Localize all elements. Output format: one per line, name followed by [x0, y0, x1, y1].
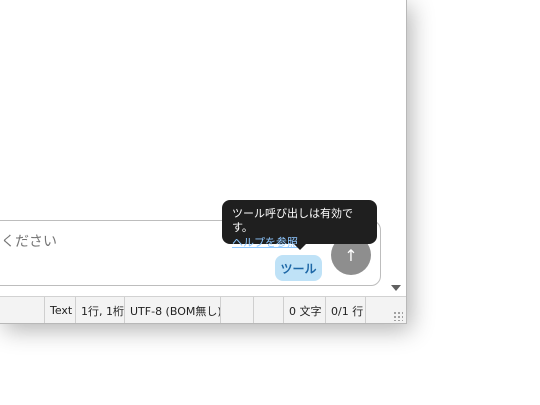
status-empty-segment	[220, 297, 253, 323]
status-bar: Text 1行, 1桁 UTF-8 (BOM無し) 0 文字 0/1 行	[0, 296, 406, 323]
status-language[interactable]: Text	[44, 297, 75, 323]
resize-grip-icon[interactable]	[393, 311, 403, 321]
tooltip-pointer	[294, 244, 306, 250]
chat-input[interactable]	[0, 233, 253, 251]
tooltip-message: ツール呼び出しは有効です。	[232, 207, 353, 234]
status-line-count: 0/1 行	[325, 297, 365, 323]
tools-tooltip: ツール呼び出しは有効です。 ヘルプを参照	[222, 200, 377, 249]
scroll-down-arrow-icon[interactable]	[391, 285, 401, 291]
vertical-scrollbar[interactable]	[388, 0, 405, 295]
status-char-count: 0 文字	[283, 297, 325, 323]
status-encoding[interactable]: UTF-8 (BOM無し)	[124, 297, 222, 323]
status-cursor-position[interactable]: 1行, 1桁	[75, 297, 124, 323]
editor-window: ツール ↑ Text 1行, 1桁 UTF-8 (BOM無し) 0 文字 0/1…	[0, 0, 407, 324]
tools-button[interactable]: ツール	[275, 255, 322, 281]
status-empty-segment-2	[253, 297, 283, 323]
